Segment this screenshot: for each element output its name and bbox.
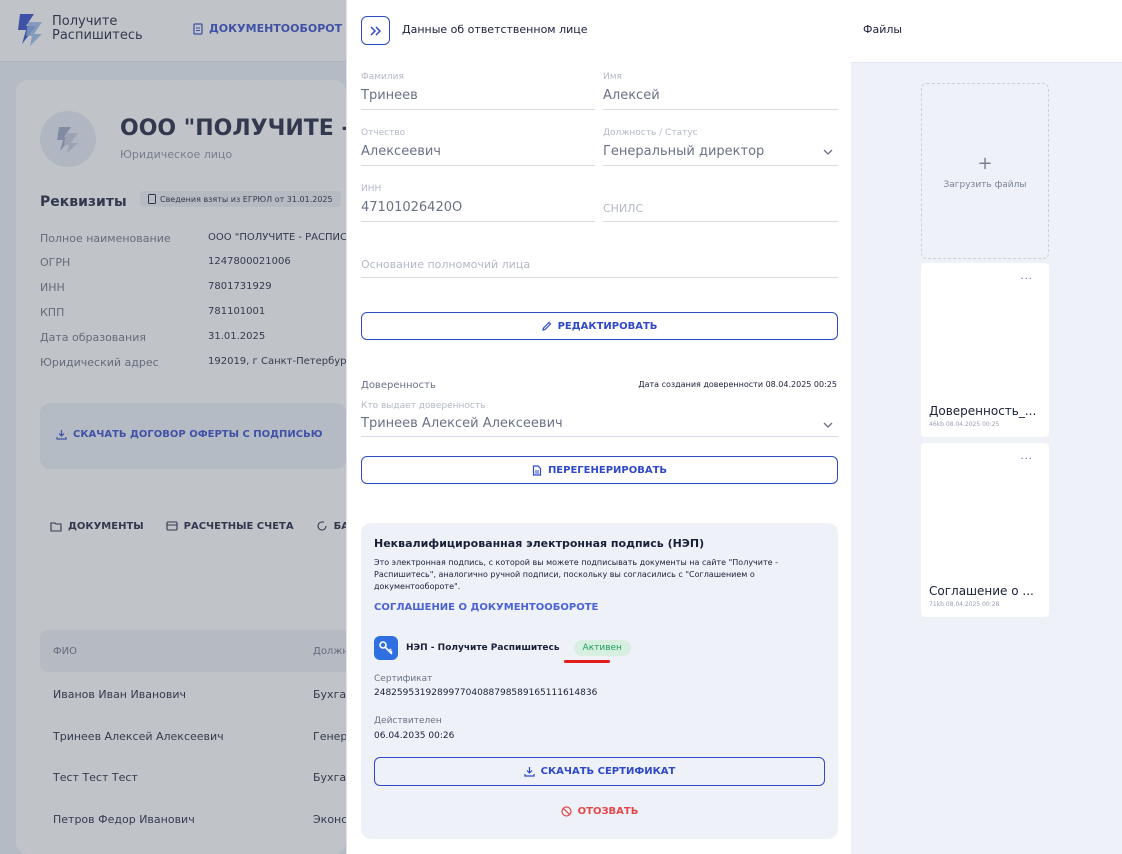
document-refresh-icon bbox=[532, 464, 542, 476]
status-badge: Активен bbox=[573, 640, 631, 656]
first-name-label: Имя bbox=[603, 72, 622, 82]
snils-field[interactable]: СНИЛС bbox=[603, 184, 838, 222]
valid-until-value: 06.04.2035 00:26 bbox=[374, 731, 455, 741]
nep-description: Это электронная подпись, с которой вы мо… bbox=[374, 558, 778, 591]
double-chevron-right-icon bbox=[369, 25, 381, 36]
download-certificate-button[interactable]: СКАЧАТЬ СЕРТИФИКАТ bbox=[374, 757, 825, 786]
prohibited-icon bbox=[561, 806, 572, 817]
collapse-drawer-button[interactable] bbox=[361, 16, 390, 45]
download-certificate-label: СКАЧАТЬ СЕРТИФИКАТ bbox=[540, 766, 676, 777]
first-name-value: Алексей bbox=[603, 88, 660, 103]
inn-value: 47101026420О bbox=[361, 200, 463, 215]
nep-card: Неквалифицированная электронная подпись … bbox=[361, 523, 838, 839]
nep-title: Неквалифицированная электронная подпись … bbox=[374, 537, 705, 550]
patronymic-field[interactable]: Отчество Алексеевич bbox=[361, 128, 595, 166]
nep-app-name: НЭП - Получите Распишитесь bbox=[406, 643, 560, 653]
download-icon bbox=[524, 767, 535, 777]
key-icon bbox=[374, 636, 398, 660]
poa-issuer-label: Кто выдает доверенность bbox=[361, 401, 486, 411]
file-meta: 46kb 08.04.2025 00:25 bbox=[929, 421, 1000, 428]
file-card[interactable]: ... Доверенность_... 46kb 08.04.2025 00:… bbox=[921, 263, 1049, 437]
pencil-icon bbox=[541, 321, 551, 331]
patronymic-label: Отчество bbox=[361, 128, 406, 138]
chevron-down-icon bbox=[823, 149, 833, 155]
regenerate-button[interactable]: ПЕРЕГЕНЕРИРОВАТЬ bbox=[361, 456, 838, 484]
modal-overlay[interactable] bbox=[0, 0, 346, 854]
poa-issuer-select[interactable]: Кто выдает доверенность Тринеев Алексей … bbox=[361, 401, 838, 437]
position-value: Генеральный директор bbox=[603, 144, 765, 159]
file-meta: 71kb 08.04.2025 00:28 bbox=[929, 601, 1000, 608]
last-name-label: Фамилия bbox=[361, 72, 404, 82]
files-title: Файлы bbox=[863, 23, 903, 36]
responsible-person-drawer: Данные об ответственном лице Фамилия Три… bbox=[346, 0, 851, 854]
edit-button[interactable]: РЕДАКТИРОВАТЬ bbox=[361, 312, 838, 340]
poa-created-date: Дата создания доверенности 08.04.2025 00… bbox=[638, 380, 837, 389]
file-menu-icon[interactable]: ... bbox=[1020, 451, 1033, 462]
first-name-field[interactable]: Имя Алексей bbox=[603, 72, 838, 110]
plus-icon: + bbox=[977, 152, 993, 174]
regenerate-button-label: ПЕРЕГЕНЕРИРОВАТЬ bbox=[547, 464, 668, 476]
revoke-label: ОТОЗВАТЬ bbox=[577, 806, 639, 817]
valid-until-label: Действителен bbox=[374, 716, 442, 726]
authority-basis-placeholder: Основание полномочий лица bbox=[361, 258, 531, 271]
patronymic-value: Алексеевич bbox=[361, 144, 441, 159]
status-highlight-underline bbox=[564, 660, 610, 663]
nep-app: НЭП - Получите Распишитесь Активен bbox=[374, 636, 631, 660]
upload-files-dropzone[interactable]: + Загрузить файлы bbox=[921, 83, 1049, 259]
certificate-label: Сертификат bbox=[374, 674, 433, 684]
file-card[interactable]: ... Соглашение о ... 71kb 08.04.2025 00:… bbox=[921, 443, 1049, 617]
drawer-title: Данные об ответственном лице bbox=[402, 23, 588, 36]
revoke-button[interactable]: ОТОЗВАТЬ bbox=[361, 806, 838, 817]
inn-label: ИНН bbox=[361, 184, 382, 194]
poa-issuer-value: Тринеев Алексей Алексеевич bbox=[361, 416, 563, 431]
poa-label: Доверенность bbox=[361, 380, 436, 391]
files-panel: Файлы + Загрузить файлы ... Доверенность… bbox=[851, 0, 1122, 854]
position-select[interactable]: Должность / Статус Генеральный директор bbox=[603, 128, 838, 166]
files-header: Файлы bbox=[851, 0, 1122, 63]
agreement-link[interactable]: СОГЛАШЕНИЕ О ДОКУМЕНТООБОРОТЕ bbox=[374, 602, 598, 613]
last-name-value: Тринеев bbox=[361, 88, 418, 103]
snils-placeholder: СНИЛС bbox=[603, 202, 644, 215]
authority-basis-field[interactable]: Основание полномочий лица bbox=[361, 240, 838, 278]
certificate-value: 248259531928997704088798589165111614836 bbox=[374, 688, 598, 698]
drawer-header: Данные об ответственном лице bbox=[347, 0, 852, 62]
position-label: Должность / Статус bbox=[603, 128, 698, 138]
file-menu-icon[interactable]: ... bbox=[1020, 271, 1033, 282]
inn-field[interactable]: ИНН 47101026420О bbox=[361, 184, 595, 222]
last-name-field[interactable]: Фамилия Тринеев bbox=[361, 72, 595, 110]
file-name: Доверенность_... bbox=[929, 404, 1037, 418]
edit-button-label: РЕДАКТИРОВАТЬ bbox=[557, 320, 658, 332]
chevron-down-icon bbox=[823, 422, 833, 428]
file-name: Соглашение о ... bbox=[929, 584, 1034, 598]
upload-files-label: Загрузить файлы bbox=[943, 179, 1027, 190]
